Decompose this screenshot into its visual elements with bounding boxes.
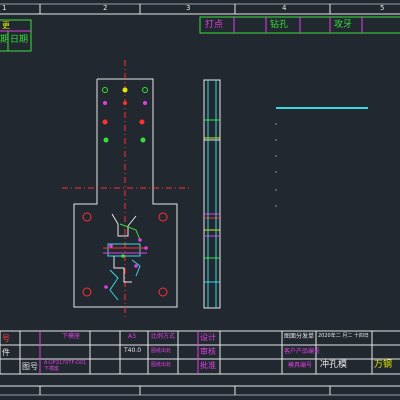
revision-cell-2: 期 [0, 35, 10, 45]
brand-name: 万钢 [374, 360, 393, 370]
ruler-tick-1: 1 [2, 4, 7, 12]
center-lines [62, 60, 190, 318]
mold-name: 冲孔模 [320, 360, 348, 370]
drill-label: 钻孔 [270, 20, 289, 30]
title-row-label-1: 号 [2, 334, 10, 343]
title-row-label-2: 件 [2, 348, 10, 357]
punch-label: 打点 [205, 20, 224, 30]
ruler-tick-4: 4 [282, 4, 287, 12]
ruler-tick-3: 3 [186, 4, 191, 12]
right-dot-markers [275, 123, 277, 207]
side-section-view [203, 79, 221, 309]
review-label: 审核 [200, 347, 216, 356]
revision-cell-1: 更 [2, 21, 10, 30]
part-name: 下模座 [62, 333, 81, 340]
process-header-table [199, 16, 400, 34]
design-label: 设计 [200, 333, 216, 342]
ruler-tick-2: 2 [103, 4, 108, 12]
title-row-label-3: 图号 [22, 362, 38, 371]
date-text: 2020年二 月二 十四日 [318, 333, 369, 339]
scale-label: A3 [128, 333, 136, 340]
drawing-number-sub: 下模座 [44, 366, 60, 372]
approve-label: 批准 [200, 361, 216, 370]
tap-label: 攻牙 [334, 20, 353, 30]
cavity-point-markers [104, 238, 148, 289]
revision-cell-3: 日期 [10, 35, 29, 45]
material-value: T40.0 [124, 347, 142, 354]
hardness-value: 图纸出处 [151, 362, 172, 368]
company-c-label: 模具编号 [288, 362, 313, 369]
quantity-value: 图纸出处 [151, 348, 172, 354]
ruler-tick-5: 5 [380, 4, 385, 12]
company-b-label: 客户产品编号 [284, 348, 321, 355]
company-a-label: 图面分发单 [284, 333, 315, 340]
quantity-label: 比例方式 [151, 333, 176, 340]
